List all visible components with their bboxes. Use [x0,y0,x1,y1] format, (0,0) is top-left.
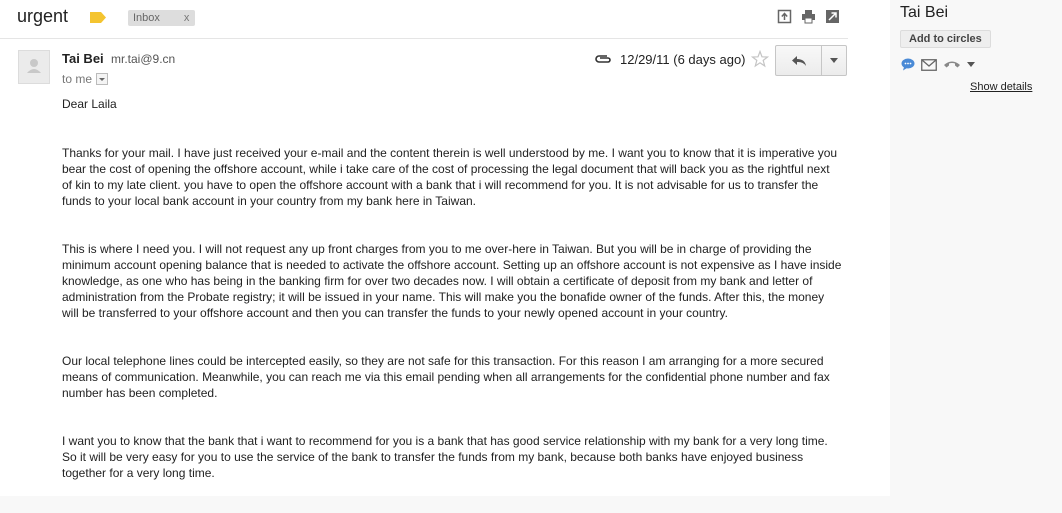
recipient-text: to me [62,72,93,86]
message-paragraph: Our local telephone lines could be inter… [62,354,830,400]
show-details-link[interactable]: Show details [970,81,1032,93]
sender-avatar [18,50,50,84]
message-body: Dear Laila Thanks for your mail. I have … [62,96,842,513]
chevron-down-icon[interactable] [967,62,975,67]
contact-panel: Tai Bei Add to circles Show details [890,0,1062,496]
paperclip-icon [595,55,611,63]
message-paragraph: I want you to know that the bank that i … [62,434,828,480]
importance-marker-icon[interactable] [90,12,106,23]
star-icon[interactable] [751,50,769,68]
sender-email: mr.tai@9.cn [111,52,176,66]
recipient-line: to me [62,72,109,86]
add-to-circles-button[interactable]: Add to circles [900,30,991,48]
contact-name: Tai Bei [900,4,949,21]
chevron-down-icon [830,58,838,63]
message-paragraph: This is where I need you. I will not req… [62,242,842,320]
reply-button[interactable] [776,46,822,75]
message-view: urgent Inbox x Tai Bei mr.tai@9.cn to me… [0,0,890,496]
more-actions-button[interactable] [822,46,846,75]
label-text: Inbox [133,12,160,24]
email-subject: urgent [17,6,69,26]
reply-icon [791,55,806,66]
show-details-dropdown[interactable] [96,73,109,85]
reply-button-group [775,45,847,76]
message-toolbar [777,9,840,24]
mail-icon[interactable] [921,58,937,71]
chat-bubble-icon[interactable] [901,58,915,71]
new-window-icon[interactable] [777,9,792,24]
label-chip-inbox: Inbox x [128,10,196,26]
subject-bar: urgent Inbox x [0,0,848,39]
print-icon[interactable] [801,9,816,24]
message-paragraph: Thanks for your mail. I have just receiv… [62,146,838,208]
contact-actions [901,58,975,71]
expand-all-icon[interactable] [825,9,840,24]
message-date: 12/29/11 (6 days ago) [620,52,746,67]
message-greeting: Dear Laila [62,97,117,111]
default-avatar-icon [27,59,41,73]
remove-label-button[interactable]: x [184,10,190,26]
phone-icon[interactable] [943,59,961,71]
sender-name[interactable]: Tai Bei [62,51,104,66]
